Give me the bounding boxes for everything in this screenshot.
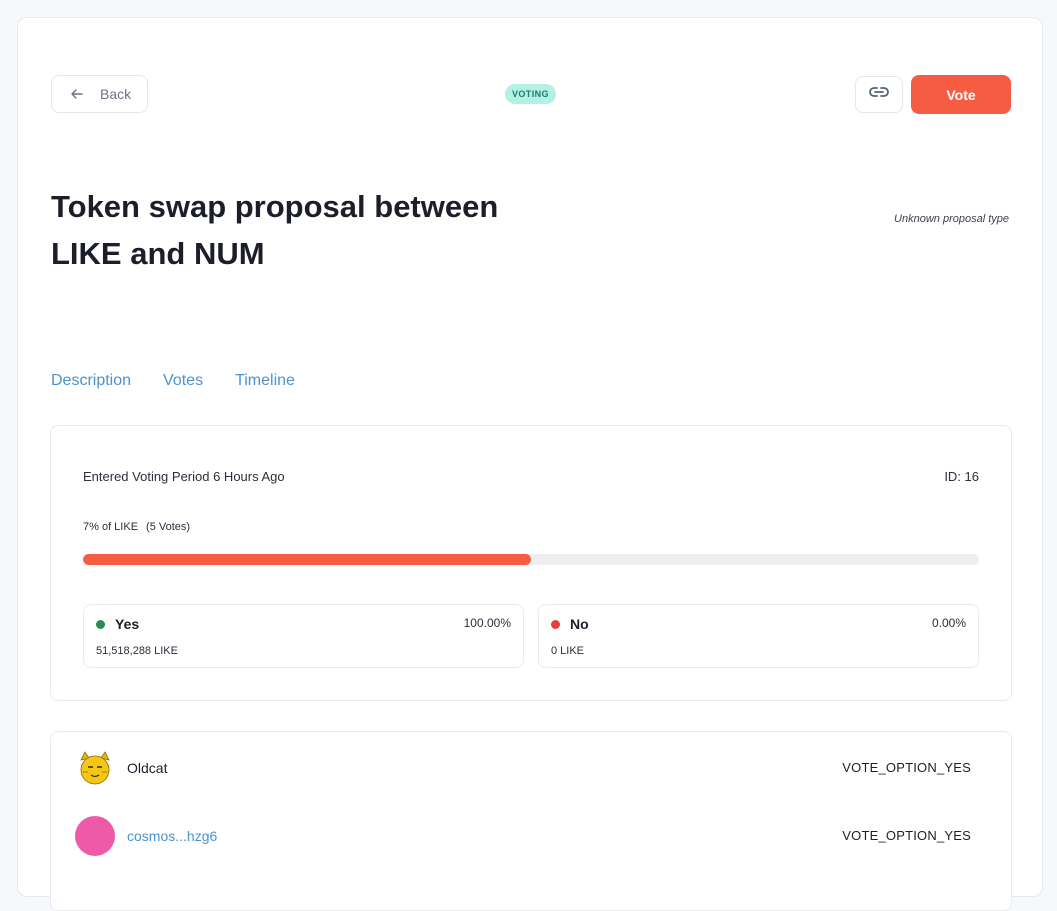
link-icon bbox=[868, 85, 890, 104]
vote-option: VOTE_OPTION_YES bbox=[842, 760, 971, 775]
tab-votes[interactable]: Votes bbox=[163, 372, 203, 390]
vote-row: Oldcat VOTE_OPTION_YES bbox=[51, 746, 1011, 790]
tab-timeline[interactable]: Timeline bbox=[235, 372, 295, 390]
votes-list: Oldcat VOTE_OPTION_YES cosmos...hzg6 VOT… bbox=[50, 731, 1012, 911]
option-no-amount: 0 LIKE bbox=[551, 645, 585, 657]
arrow-left-icon bbox=[70, 87, 84, 101]
tab-description[interactable]: Description bbox=[51, 372, 131, 390]
turnout-progress-bar bbox=[83, 554, 979, 565]
option-yes-amount: 51,518,288 LIKE bbox=[96, 645, 178, 657]
vote-option: VOTE_OPTION_YES bbox=[842, 828, 971, 843]
status-badge: VOTING bbox=[505, 84, 556, 104]
pink-circle-avatar bbox=[75, 816, 115, 856]
option-yes-label: Yes bbox=[115, 616, 140, 632]
copy-link-button[interactable] bbox=[855, 76, 903, 113]
page-title: Token swap proposal between LIKE and NUM bbox=[51, 189, 499, 271]
votes-count: (5 Votes) bbox=[146, 521, 191, 533]
option-yes-box: Yes 100.00% 51,518,288 LIKE bbox=[83, 604, 524, 668]
tally-card: Entered Voting Period 6 Hours Ago ID: 16… bbox=[50, 425, 1012, 701]
option-no-label: No bbox=[570, 616, 589, 632]
vote-row: cosmos...hzg6 VOTE_OPTION_YES bbox=[51, 814, 1011, 858]
option-no-percent: 0.00% bbox=[931, 616, 966, 630]
proposal-type: Unknown proposal type bbox=[894, 213, 1009, 225]
yes-dot-icon bbox=[96, 620, 105, 629]
voting-period-text: Entered Voting Period 6 Hours Ago bbox=[83, 469, 285, 484]
proposal-id: ID: 16 bbox=[944, 469, 979, 484]
back-button[interactable]: Back bbox=[51, 75, 148, 113]
turnout-text: 7% of LIKE (5 Votes) bbox=[83, 521, 190, 533]
option-no-box: No 0.00% 0 LIKE bbox=[538, 604, 979, 668]
turnout-progress-fill bbox=[83, 554, 531, 565]
option-yes-percent: 100.00% bbox=[463, 616, 511, 630]
proposal-tabs: Description Votes Timeline bbox=[51, 372, 295, 390]
no-dot-icon bbox=[551, 620, 560, 629]
cat-avatar bbox=[75, 748, 115, 788]
vote-button[interactable]: Vote bbox=[911, 75, 1011, 114]
turnout-label: 7% of LIKE bbox=[83, 521, 139, 533]
proposal-page-card: Back VOTING Vote Token swap proposal bet… bbox=[17, 17, 1043, 911]
back-label: Back bbox=[100, 86, 132, 102]
voter-address-link[interactable]: cosmos...hzg6 bbox=[127, 828, 217, 844]
voter-name[interactable]: Oldcat bbox=[127, 760, 167, 776]
